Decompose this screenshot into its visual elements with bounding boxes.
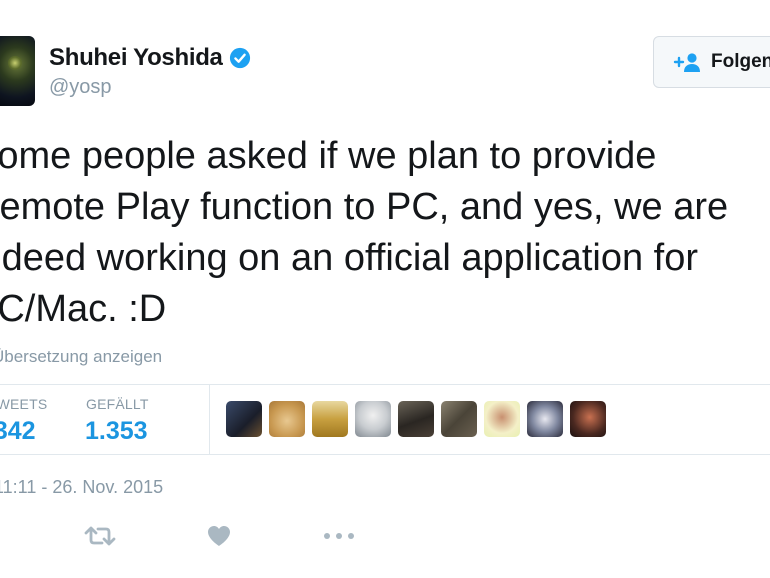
tweet-timestamp[interactable]: 11:11 - 26. Nov. 2015 [0,477,163,498]
heart-icon[interactable] [207,525,231,547]
follow-button[interactable]: Folgen [653,36,770,88]
liker-avatar[interactable] [527,401,563,437]
stats-bottom-divider [0,454,770,455]
likes-label: GEFÄLLT [86,396,149,412]
tweet-text: Some people asked if we plan to provide R… [0,131,770,335]
liker-avatar[interactable] [441,401,477,437]
verified-badge-icon [229,47,250,69]
tweet-line: indeed working on an official applicatio… [0,237,698,279]
author-name-row: Shuhei Yoshida [49,44,251,72]
likes-count[interactable]: 1.353 [85,417,148,446]
liker-avatar[interactable] [484,401,520,437]
retweets-count[interactable]: 1.342 [0,417,36,446]
author-name[interactable]: Shuhei Yoshida [49,44,223,72]
follow-button-label: Folgen [711,51,770,72]
liker-avatar[interactable] [312,401,348,437]
stats-vertical-divider [209,384,210,454]
tweet-line: Some people asked if we plan to provide [0,135,657,177]
liker-avatar[interactable] [226,401,262,437]
liker-avatar[interactable] [398,401,434,437]
liker-avatars [226,401,613,437]
tweet-line: PC/Mac. :D [0,288,167,330]
author-avatar[interactable] [0,36,35,106]
retweet-icon[interactable] [84,525,116,547]
more-dots-icon[interactable] [323,532,355,540]
author-handle[interactable]: @yosp [49,76,112,99]
retweets-label: RETWEETS [0,396,48,412]
tweet-line: Remote Play function to PC, and yes, we … [0,186,729,228]
liker-avatar[interactable] [269,401,305,437]
person-plus-icon [673,53,700,72]
stats-top-divider [0,384,770,385]
translate-link[interactable]: Übersetzung anzeigen [0,347,162,367]
liker-avatar[interactable] [355,401,391,437]
liker-avatar[interactable] [570,401,606,437]
